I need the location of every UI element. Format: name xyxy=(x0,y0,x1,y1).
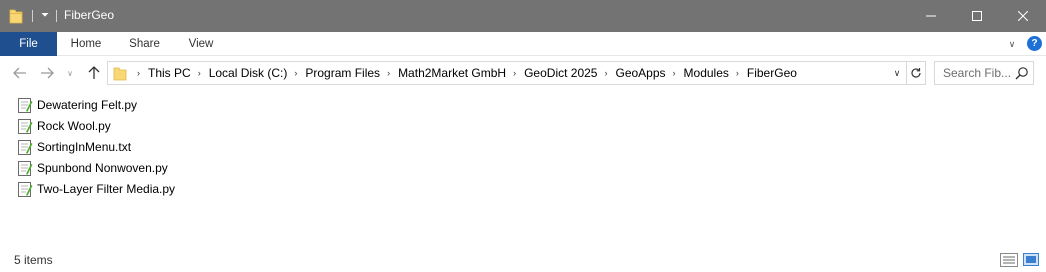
search-icon[interactable] xyxy=(1015,66,1029,80)
tab-file[interactable]: File xyxy=(0,32,57,56)
tab-view[interactable]: View xyxy=(180,32,222,56)
refresh-icon xyxy=(910,68,921,78)
close-icon xyxy=(1018,11,1028,21)
python-file-icon xyxy=(18,160,33,176)
breadcrumb-separator[interactable]: › xyxy=(383,68,395,78)
refresh-button[interactable] xyxy=(906,61,926,85)
breadcrumb-item[interactable]: Modules xyxy=(681,66,732,80)
file-name: Rock Wool.py xyxy=(37,119,111,133)
breadcrumb: › This PC › Local Disk (C:) › Program Fi… xyxy=(133,62,800,84)
tab-share[interactable]: Share xyxy=(122,32,167,56)
title-separator xyxy=(56,10,57,22)
maximize-icon xyxy=(972,11,982,21)
breadcrumb-item[interactable]: Program Files xyxy=(302,66,383,80)
title-bar: ⏷ FiberGeo xyxy=(0,0,1046,32)
title-separator xyxy=(32,10,33,22)
up-button[interactable] xyxy=(84,63,104,83)
status-bar: 5 items xyxy=(0,248,1046,272)
breadcrumb-item[interactable]: This PC xyxy=(145,66,194,80)
details-view-icon[interactable] xyxy=(1000,253,1018,267)
arrow-right-icon xyxy=(41,67,54,79)
python-file-icon xyxy=(18,118,33,134)
breadcrumb-item[interactable]: Local Disk (C:) xyxy=(206,66,291,80)
file-name: Two-Layer Filter Media.py xyxy=(37,182,176,196)
quick-access-dropdown-icon[interactable]: ⏷ xyxy=(38,8,52,24)
forward-button[interactable] xyxy=(37,63,57,83)
minimize-button[interactable] xyxy=(908,0,954,32)
breadcrumb-separator[interactable]: › xyxy=(669,68,681,78)
list-item[interactable]: Two-Layer Filter Media.py xyxy=(17,179,175,199)
breadcrumb-separator[interactable]: › xyxy=(194,68,206,78)
breadcrumb-item[interactable]: Math2Market GmbH xyxy=(395,66,509,80)
maximize-button[interactable] xyxy=(954,0,1000,32)
breadcrumb-item[interactable]: GeoApps xyxy=(612,66,668,80)
address-dropdown-icon[interactable]: ∨ xyxy=(890,66,904,80)
list-item[interactable]: Dewatering Felt.py xyxy=(17,95,137,115)
arrow-up-icon xyxy=(88,66,100,79)
ribbon: File Home Share View ∨ ? xyxy=(0,32,1046,56)
file-name: SortingInMenu.txt xyxy=(37,140,132,154)
minimize-icon xyxy=(926,15,936,17)
breadcrumb-separator[interactable]: › xyxy=(732,68,744,78)
tab-home[interactable]: Home xyxy=(62,32,110,56)
item-count: 5 items xyxy=(14,253,53,267)
file-name: Dewatering Felt.py xyxy=(37,98,138,112)
breadcrumb-item-current[interactable]: FiberGeo xyxy=(744,66,800,80)
close-button[interactable] xyxy=(1000,0,1046,32)
back-button[interactable] xyxy=(10,63,30,83)
text-file-icon xyxy=(18,139,33,155)
expand-ribbon-icon[interactable]: ∨ xyxy=(1005,37,1019,51)
breadcrumb-separator[interactable]: › xyxy=(509,68,521,78)
list-item[interactable]: Spunbond Nonwoven.py xyxy=(17,158,168,178)
address-bar[interactable]: › This PC › Local Disk (C:) › Program Fi… xyxy=(107,61,907,85)
search-box[interactable] xyxy=(934,61,1034,85)
navigation-bar: ∨ › This PC › Local Disk (C:) › Program … xyxy=(0,56,1046,90)
python-file-icon xyxy=(18,181,33,197)
window-title: FiberGeo xyxy=(64,8,115,22)
folder-icon xyxy=(113,67,127,81)
file-name: Spunbond Nonwoven.py xyxy=(37,161,168,175)
large-icons-view-icon[interactable] xyxy=(1023,253,1039,266)
list-item[interactable]: Rock Wool.py xyxy=(17,116,111,136)
breadcrumb-separator[interactable]: › xyxy=(600,68,612,78)
breadcrumb-item[interactable]: GeoDict 2025 xyxy=(521,66,600,80)
breadcrumb-separator: › xyxy=(137,68,140,78)
recent-locations-chevron-icon[interactable]: ∨ xyxy=(62,63,78,83)
arrow-left-icon xyxy=(13,67,26,79)
folder-icon xyxy=(9,9,23,24)
list-item[interactable]: SortingInMenu.txt xyxy=(17,137,131,157)
file-list: Dewatering Felt.py Rock Wool.py SortingI… xyxy=(0,94,1046,244)
python-file-icon xyxy=(18,97,33,113)
search-input[interactable] xyxy=(935,62,1011,84)
breadcrumb-separator[interactable]: › xyxy=(290,68,302,78)
help-icon[interactable]: ? xyxy=(1027,36,1042,51)
